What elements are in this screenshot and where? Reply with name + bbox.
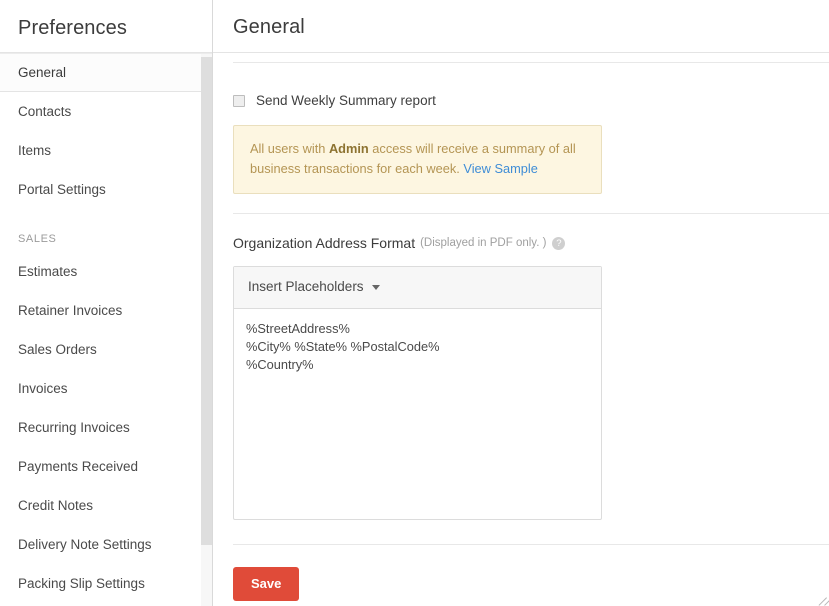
address-format-panel: Insert Placeholders %StreetAddress% %Cit…: [233, 266, 829, 606]
insert-placeholders-header: Insert Placeholders: [234, 267, 601, 309]
sidebar-scrollbar-thumb[interactable]: [201, 57, 212, 545]
sidebar-nav: General Contacts Items Portal Settings SALES…: [0, 53, 212, 606]
help-icon[interactable]: ?: [552, 236, 566, 250]
textarea-resize-handle[interactable]: [815, 587, 829, 606]
page-title: General: [233, 16, 305, 38]
view-sample-link[interactable]: View Sample: [463, 161, 537, 176]
sidebar-item-portal-settings[interactable]: Portal Settings: [0, 170, 212, 209]
send-weekly-summary-checkbox[interactable]: [233, 95, 245, 107]
chevron-down-icon: [371, 285, 380, 290]
save-button[interactable]: Save: [233, 567, 300, 601]
sidebar-scrollbar-track[interactable]: [201, 54, 212, 606]
sidebar-item-contacts[interactable]: Contacts: [0, 92, 212, 131]
sidebar-title: Preferences: [0, 0, 212, 53]
sidebar-item-sales-orders[interactable]: Sales Orders: [0, 330, 212, 369]
sidebar-item-recurring-invoices[interactable]: Recurring Invoices: [0, 408, 212, 447]
sidebar-item-credit-notes[interactable]: Credit Notes: [0, 486, 212, 525]
sidebar: Preferences General Contacts Items Portal S…: [0, 0, 213, 606]
send-weekly-summary-label[interactable]: Send Weekly Summary report: [256, 93, 436, 109]
sidebar-item-retainer-invoices[interactable]: Retainer Invoices: [0, 291, 212, 330]
content-header: General: [213, 0, 829, 53]
address-format-textarea[interactable]: %StreetAddress% %City% %State% %PostalCo…: [234, 309, 601, 519]
content-body: Send Weekly Summary report All users wit…: [213, 62, 829, 606]
weekly-summary-notice: All users with Admin access will receive…: [233, 125, 602, 194]
address-format-hint: (Displayed in PDF only. ): [420, 237, 547, 249]
sidebar-item-general[interactable]: General: [0, 53, 212, 92]
notice-bold-admin: Admin: [328, 141, 369, 156]
sidebar-item-estimates[interactable]: Estimates: [0, 252, 212, 291]
address-format-label: Organization Address Format: [233, 235, 416, 251]
notice-prefix: All users with: [250, 141, 329, 156]
insert-placeholders-dropdown[interactable]: Insert Placeholders: [248, 279, 380, 294]
sidebar-item-delivery-note-settings[interactable]: Delivery Note Settings: [0, 525, 212, 564]
preferences-page: Preferences General Contacts Items Portal S…: [0, 0, 829, 606]
notice-text: All users with Admin access will receive…: [250, 139, 585, 179]
sidebar-item-items[interactable]: Items: [0, 131, 212, 170]
content-area: General Send Weekly Summary report All u…: [213, 0, 829, 606]
sidebar-item-payments-received[interactable]: Payments Received: [0, 447, 212, 486]
footer-actions: Save: [233, 545, 829, 601]
sidebar-item-packing-slip-settings[interactable]: Packing Slip Settings: [0, 564, 212, 603]
address-format-label-row: Organization Address Format (Displayed i…: [233, 214, 829, 252]
weekly-summary-row: Send Weekly Summary report: [233, 63, 829, 109]
sidebar-section-sales: SALES: [18, 233, 57, 245]
insert-placeholders-label: Insert Placeholders: [248, 279, 364, 294]
sidebar-item-invoices[interactable]: Invoices: [0, 369, 212, 408]
